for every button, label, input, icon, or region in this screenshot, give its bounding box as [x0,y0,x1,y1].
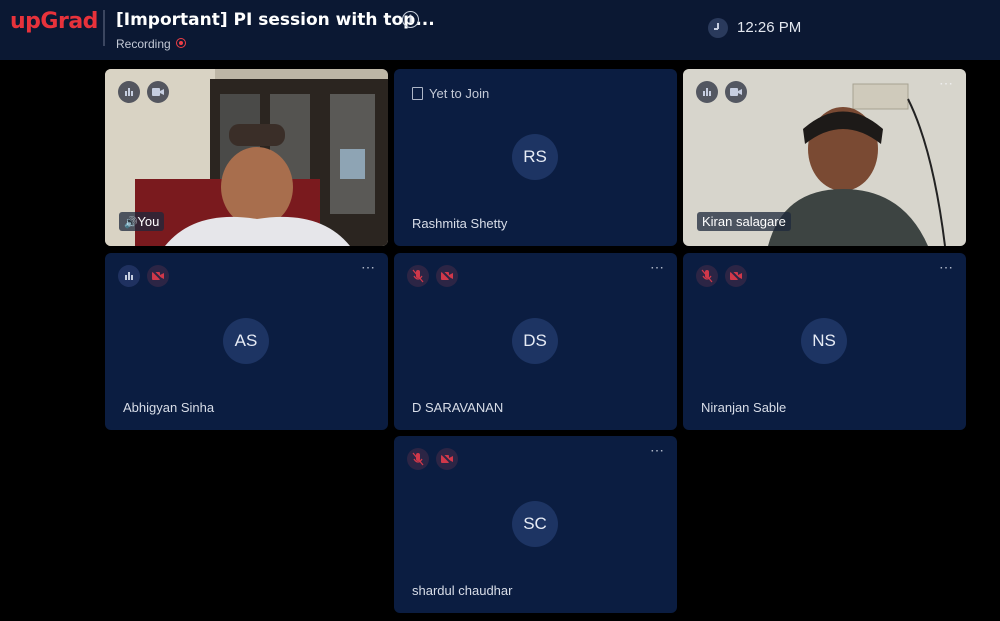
participant-name: Rashmita Shetty [412,216,508,231]
participant-tile[interactable]: ⋯ Kiran salagare [683,69,966,246]
camera-icon[interactable] [725,81,747,103]
more-options-icon[interactable]: ⋯ [650,259,665,276]
more-options-icon[interactable]: ⋯ [361,259,376,276]
meeting-title: [Important] PI session with top... [116,10,435,30]
more-options-icon[interactable]: ⋯ [939,75,954,92]
info-icon[interactable]: i [402,11,419,28]
top-bar: upGrad [Important] PI session with top..… [0,0,1000,60]
recording-icon [176,38,186,48]
avatar: DS [512,318,558,364]
camera-off-icon[interactable] [436,265,458,287]
audio-level-icon[interactable] [118,265,140,287]
mic-off-icon[interactable] [696,265,718,287]
header-divider [103,10,105,46]
audio-level-icon[interactable] [696,81,718,103]
participant-tile[interactable]: Yet to Join RS Rashmita Shetty [394,69,677,246]
camera-off-icon[interactable] [725,265,747,287]
avatar: NS [801,318,847,364]
avatar: AS [223,318,269,364]
camera-off-icon[interactable] [436,448,458,470]
camera-off-icon[interactable] [147,265,169,287]
participant-tile-you[interactable]: 🔊 You [105,69,388,246]
participant-tile[interactable]: ⋯ NS Niranjan Sable [683,253,966,430]
participant-name: 🔊 You [119,212,165,231]
more-options-icon[interactable]: ⋯ [939,259,954,276]
mic-off-icon[interactable] [407,448,429,470]
avatar: RS [512,134,558,180]
meeting-time: 12:26 PM [737,19,802,36]
participant-name: Niranjan Sable [701,400,787,415]
camera-icon[interactable] [147,81,169,103]
participant-name: Abhigyan Sinha [123,400,215,415]
avatar: SC [512,501,558,547]
participant-name: Kiran salagare [697,212,791,231]
speaker-icon: 🔊 [124,217,138,229]
clock-icon [708,18,728,38]
more-options-icon[interactable]: ⋯ [650,442,665,459]
participant-tile[interactable]: ⋯ SC shardul chaudhar [394,436,677,613]
audio-level-icon[interactable] [118,81,140,103]
participant-name: D SARAVANAN [412,400,504,415]
recording-status: Recording [116,37,171,51]
participant-tile[interactable]: ⋯ AS Abhigyan Sinha [105,253,388,430]
upgrad-logo: upGrad [10,9,98,34]
participant-name: shardul chaudhar [412,583,513,598]
participant-tile[interactable]: ⋯ DS D SARAVANAN [394,253,677,430]
join-icon [412,87,423,100]
mic-off-icon[interactable] [407,265,429,287]
yet-to-join-status: Yet to Join [412,86,489,101]
